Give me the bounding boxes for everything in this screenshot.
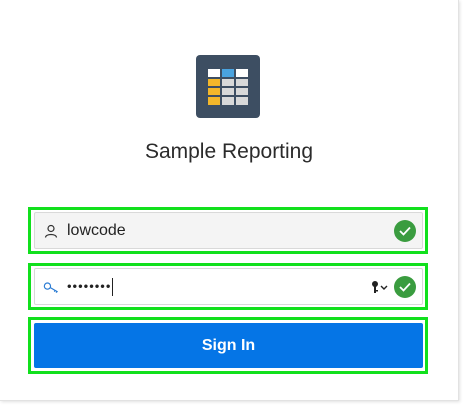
login-card: Sample Reporting lowcode •••••••• Sign I… bbox=[0, 0, 459, 401]
login-page: Sample Reporting lowcode •••••••• Sign I… bbox=[0, 0, 470, 405]
key-icon bbox=[43, 279, 59, 295]
app-title: Sample Reporting bbox=[144, 140, 314, 163]
username-valid-check-icon bbox=[394, 219, 416, 242]
text-caret bbox=[112, 277, 114, 296]
user-icon bbox=[43, 223, 59, 239]
username-value[interactable]: lowcode bbox=[67, 222, 394, 240]
password-value[interactable]: •••••••• bbox=[67, 277, 370, 296]
username-field[interactable]: lowcode bbox=[34, 212, 423, 249]
sign-in-button[interactable]: Sign In bbox=[34, 323, 423, 368]
password-manager-key-dropdown-icon[interactable] bbox=[370, 280, 390, 294]
password-field[interactable]: •••••••• bbox=[34, 268, 423, 305]
password-valid-check-icon bbox=[394, 275, 416, 298]
table-grid-icon bbox=[196, 55, 260, 118]
